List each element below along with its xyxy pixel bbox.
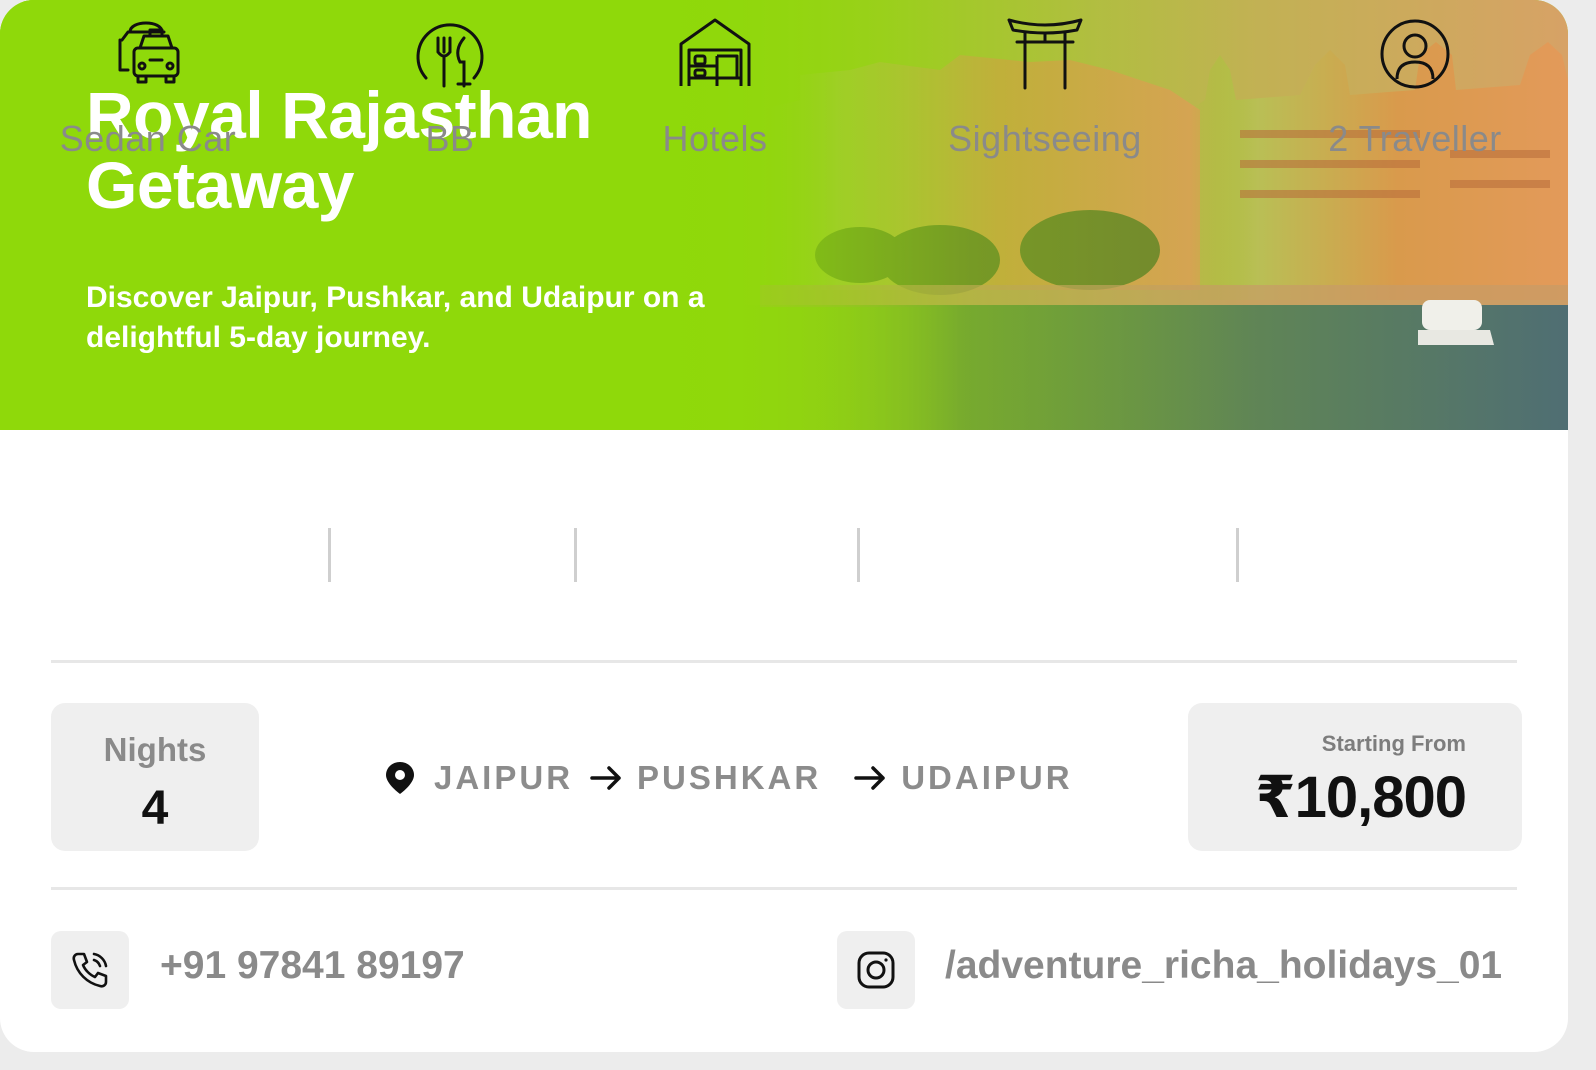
torii-gate-icon bbox=[1007, 18, 1083, 90]
package-description: Discover Jaipur, Pushkar, and Udaipur on… bbox=[86, 281, 705, 354]
location-pin-icon bbox=[386, 762, 414, 794]
price-box: Starting From ₹10,800 bbox=[1188, 703, 1522, 851]
feature-hotels: Hotels bbox=[615, 0, 815, 160]
phone-number[interactable]: +91 97841 89197 bbox=[160, 944, 465, 988]
route: JAIPUR PUSHKAR UDAIPUR bbox=[384, 752, 1073, 804]
route-city: PUSHKAR bbox=[637, 759, 822, 796]
feature-divider bbox=[328, 528, 331, 582]
feature-travellers: 2 Traveller bbox=[1295, 0, 1535, 160]
user-circle-icon bbox=[1380, 19, 1450, 89]
feature-sightseeing: Sightseeing bbox=[925, 0, 1165, 160]
feature-label: 2 Traveller bbox=[1328, 118, 1502, 159]
instagram-handle[interactable]: /adventure_richa_holidays_01 bbox=[945, 944, 1502, 988]
tour-package-card: Royal Rajasthan Getaway Discover Jaipur,… bbox=[0, 0, 1568, 1052]
instagram-button[interactable] bbox=[837, 931, 915, 1009]
route-city: UDAIPUR bbox=[901, 759, 1073, 796]
feature-divider bbox=[857, 528, 860, 582]
instagram-icon bbox=[857, 951, 895, 989]
fork-knife-plate-icon bbox=[416, 23, 484, 88]
price-label: Starting From bbox=[1321, 731, 1466, 756]
section-divider bbox=[51, 660, 1517, 663]
arrow-right-icon bbox=[590, 766, 621, 790]
arrow-right-icon bbox=[854, 766, 885, 790]
nights-value: 4 bbox=[141, 782, 169, 835]
feature-label: Sedan Car bbox=[59, 118, 237, 159]
phone-call-icon bbox=[72, 952, 108, 988]
feature-divider bbox=[1236, 528, 1239, 582]
phone-button[interactable] bbox=[51, 931, 129, 1009]
feature-sedan-car: Sedan Car bbox=[48, 0, 248, 160]
hotel-bed-icon bbox=[679, 18, 751, 86]
feature-label: Sightseeing bbox=[948, 118, 1142, 159]
feature-label: Hotels bbox=[662, 118, 768, 159]
feature-meals: BB bbox=[350, 0, 550, 160]
price-value: ₹10,800 bbox=[1255, 765, 1467, 830]
route-city: JAIPUR bbox=[434, 759, 574, 796]
feature-label: BB bbox=[425, 118, 475, 159]
nights-box: Nights 4 bbox=[51, 703, 259, 851]
nights-label: Nights bbox=[103, 731, 207, 768]
feature-divider bbox=[574, 528, 577, 582]
section-divider bbox=[51, 887, 1517, 890]
taxi-car-icon bbox=[118, 21, 180, 84]
